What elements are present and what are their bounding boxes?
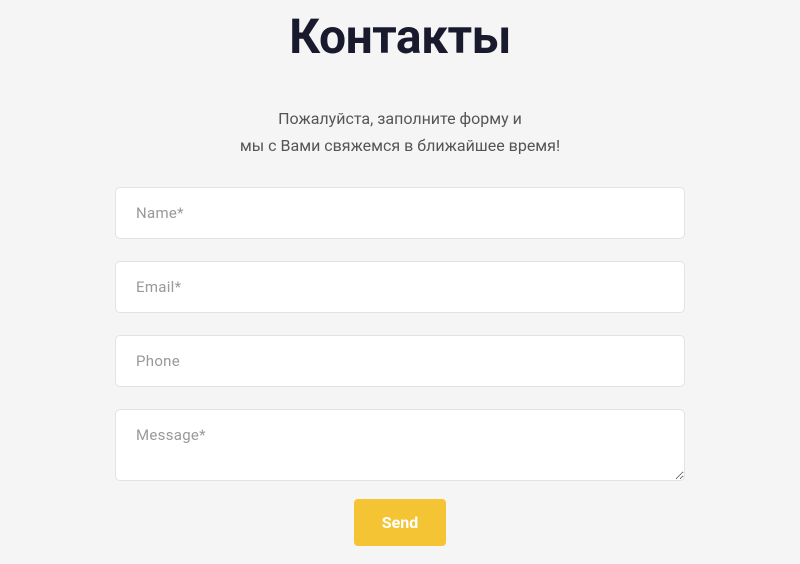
send-button[interactable]: Send <box>354 499 446 546</box>
subtitle-line-2: мы с Вами свяжемся в ближайшее время! <box>240 132 560 159</box>
page-subtitle: Пожалуйста, заполните форму и мы с Вами … <box>240 105 560 159</box>
email-input[interactable] <box>115 261 685 313</box>
contact-form: Send <box>115 187 685 546</box>
name-input[interactable] <box>115 187 685 239</box>
subtitle-line-1: Пожалуйста, заполните форму и <box>240 105 560 132</box>
page-heading: Контакты <box>289 8 511 65</box>
message-textarea[interactable] <box>115 409 685 481</box>
phone-input[interactable] <box>115 335 685 387</box>
